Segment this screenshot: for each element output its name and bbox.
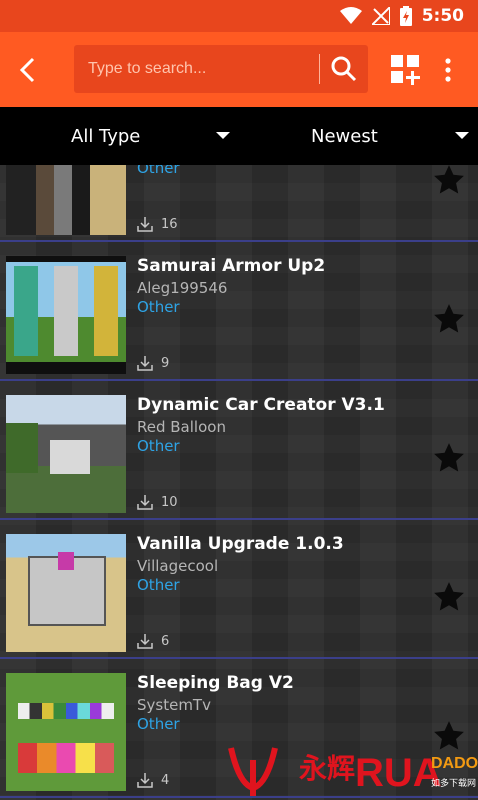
download-count: 9 [137,355,169,371]
search-icon [331,56,357,82]
download-icon [137,773,153,788]
download-icon [137,495,153,510]
download-count: 10 [137,494,178,510]
add-grid-button[interactable] [390,54,422,86]
addon-category: Other [137,715,180,733]
search-divider [319,54,320,84]
type-filter-dropdown[interactable]: All Type [0,107,239,165]
svg-text:DADO: DADO [431,755,478,772]
app-bar [0,32,478,107]
status-icons: 5:50 [339,6,464,26]
addon-title: Samurai Armor Up2 [137,256,326,276]
addon-title: Dynamic Car Creator V3.1 [137,395,385,415]
addon-author: Aleg199546 [137,279,228,297]
download-icon [137,217,153,232]
download-icon [137,634,153,649]
star-icon[interactable] [432,302,466,336]
addon-author: SystemTv [137,696,211,714]
battery-icon [399,6,412,26]
filter-bar: All Type Newest [0,107,478,165]
download-count-value: 6 [161,633,170,649]
sort-filter-label: Newest [311,125,378,147]
download-count-value: 4 [161,772,170,788]
star-icon[interactable] [432,580,466,614]
search-box [74,45,368,93]
addon-category: Other [137,437,180,455]
status-time: 5:50 [421,6,464,26]
addon-category: Other [137,576,180,594]
svg-text:RUA: RUA [355,751,442,795]
addon-author: Villagecool [137,557,219,575]
watermark-logo: 永辉 RUA DADO 如多下载网 [228,747,478,796]
download-count-value: 16 [161,216,178,232]
list-item[interactable]: Samurai Armor Up2 Aleg199546 Other 9 [0,244,478,381]
addon-author: Red Balloon [137,418,226,436]
addon-title: Vanilla Upgrade 1.0.3 [137,534,344,554]
svg-text:永辉: 永辉 [299,752,355,785]
search-button[interactable] [326,51,362,87]
status-bar: 5:50 [0,0,478,32]
back-button[interactable] [10,52,46,88]
addon-list: Other 16 Samurai Armor Up2 Aleg199546 Ot… [0,165,478,800]
download-count-value: 10 [161,494,178,510]
add-grid-icon [391,55,420,85]
sort-filter-dropdown[interactable]: Newest [239,107,478,165]
list-item[interactable]: Dynamic Car Creator V3.1 Red Balloon Oth… [0,383,478,520]
wifi-icon [339,7,362,24]
addon-category: Other [137,298,180,316]
addon-thumbnail [6,534,126,652]
signal-icon [371,7,390,25]
download-count: 4 [137,772,169,788]
addon-thumbnail [6,673,126,791]
more-icon [445,58,451,82]
addon-title: Sleeping Bag V2 [137,673,294,693]
list-item[interactable]: Other 16 [0,165,478,242]
addon-category: Other [137,165,180,177]
chevron-down-icon [216,132,230,139]
addon-thumbnail [6,165,126,235]
chevron-down-icon [455,132,469,139]
more-button[interactable] [438,54,458,86]
download-count: 6 [137,633,169,649]
download-count-value: 9 [161,355,170,371]
addon-thumbnail [6,395,126,513]
addon-thumbnail [6,256,126,374]
star-icon[interactable] [432,165,466,197]
type-filter-label: All Type [71,125,141,147]
back-icon [19,57,35,83]
star-icon[interactable] [432,441,466,475]
download-icon [137,356,153,371]
search-input[interactable] [88,57,313,81]
download-count: 16 [137,216,178,232]
list-item[interactable]: Vanilla Upgrade 1.0.3 Villagecool Other … [0,522,478,659]
svg-text:如多下载网: 如多下载网 [431,777,476,789]
